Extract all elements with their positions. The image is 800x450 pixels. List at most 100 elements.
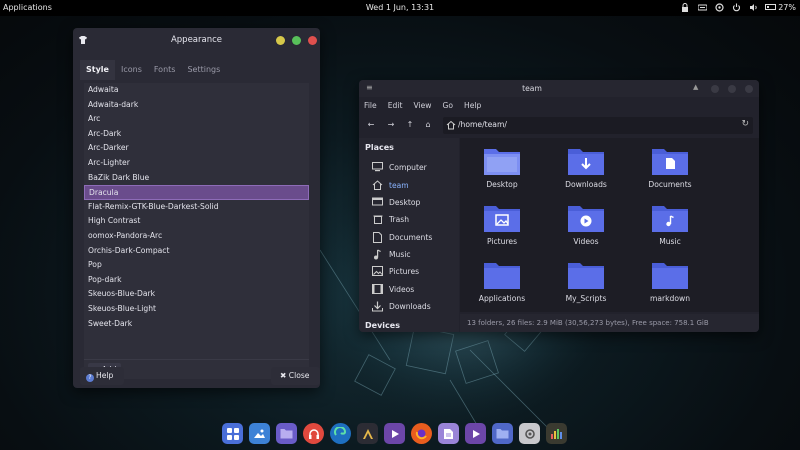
- devices-heading: Devices: [365, 321, 400, 330]
- folder-item[interactable]: Applications: [462, 260, 542, 303]
- theme-item[interactable]: High Contrast: [84, 214, 309, 229]
- reload-icon[interactable]: ↻: [741, 119, 749, 129]
- shade-up-icon[interactable]: ▲: [693, 83, 698, 91]
- up-arrow-icon[interactable]: ↑: [404, 120, 416, 129]
- folder-item[interactable]: Downloads: [546, 146, 626, 189]
- sidebar-item-pictures[interactable]: Pictures: [372, 263, 458, 279]
- theme-item[interactable]: Sweet-Dark: [84, 317, 309, 332]
- folder-label: Desktop: [486, 180, 518, 189]
- theme-item[interactable]: Arc-Lighter: [84, 156, 309, 171]
- sidebar-item-desktop[interactable]: Desktop: [372, 194, 458, 210]
- folder-item[interactable]: Desktop: [462, 146, 542, 189]
- paint-icon[interactable]: [546, 423, 567, 444]
- terminal-icon[interactable]: [357, 423, 378, 444]
- sidebar-item-trash[interactable]: Trash: [372, 211, 458, 227]
- home-icon[interactable]: ⌂: [422, 120, 434, 129]
- location-bar[interactable]: /home/team/ ↻: [443, 117, 753, 134]
- settings-icon[interactable]: [714, 2, 724, 12]
- theme-item[interactable]: Adwaita: [84, 83, 309, 98]
- folder-item[interactable]: markdown: [630, 260, 710, 303]
- power-icon[interactable]: [731, 2, 741, 12]
- theme-item[interactable]: Pop-dark: [84, 273, 309, 288]
- theme-item[interactable]: Skeuos-Blue-Light: [84, 302, 309, 317]
- maximize-button[interactable]: [728, 85, 736, 93]
- clock[interactable]: Wed 1 Jun, 13:31: [333, 3, 467, 12]
- files-icon[interactable]: [276, 423, 297, 444]
- folder-view[interactable]: Desktop Downloads Documents Pictures Vid…: [460, 138, 759, 312]
- theme-item[interactable]: BaZik Dark Blue: [84, 171, 309, 186]
- status-bar: 13 folders, 26 files: 2.9 MiB (30,56,273…: [460, 314, 759, 332]
- theme-item[interactable]: Pop: [84, 258, 309, 273]
- lock-icon[interactable]: [680, 2, 690, 12]
- theme-item[interactable]: Adwaita-dark: [84, 98, 309, 113]
- close-window-button[interactable]: [308, 36, 317, 45]
- tab-settings[interactable]: Settings: [181, 60, 226, 80]
- menu-go[interactable]: Go: [442, 98, 453, 113]
- minimize-button[interactable]: [711, 85, 719, 93]
- menu-edit[interactable]: Edit: [388, 98, 403, 113]
- sidebar-item-music[interactable]: Music: [372, 246, 458, 262]
- image-viewer-icon[interactable]: [249, 423, 270, 444]
- volume-icon[interactable]: [748, 2, 758, 12]
- folder-item[interactable]: My_Scripts: [546, 260, 626, 303]
- back-arrow-icon[interactable]: ←: [365, 120, 377, 129]
- tab-fonts[interactable]: Fonts: [148, 60, 182, 80]
- forward-arrow-icon[interactable]: →: [385, 120, 397, 129]
- sidebar-item-videos[interactable]: Videos: [372, 281, 458, 297]
- folder-item[interactable]: Music: [630, 203, 710, 246]
- sidebar-item-label: Music: [389, 249, 411, 259]
- file-manager-window: ≡ team ▲ File Edit View Go Help ← → ↑ ⌂ …: [359, 80, 759, 332]
- edge-browser-icon[interactable]: [330, 423, 351, 444]
- folder-label: Music: [659, 237, 681, 246]
- theme-item-selected[interactable]: Dracula: [84, 185, 309, 200]
- settings-icon[interactable]: [519, 423, 540, 444]
- network-icon[interactable]: [697, 2, 707, 12]
- maximize-button[interactable]: [292, 36, 301, 45]
- folder-item[interactable]: Videos: [546, 203, 626, 246]
- help-button[interactable]: ? Help: [80, 367, 124, 385]
- theme-item[interactable]: Arc: [84, 112, 309, 127]
- downloads-icon: [372, 301, 383, 312]
- sidebar-item-team[interactable]: team: [372, 177, 458, 193]
- appearance-titlebar[interactable]: Appearance: [73, 28, 320, 52]
- battery-indicator[interactable]: 27%: [765, 3, 796, 12]
- sidebar-item-downloads[interactable]: Downloads: [372, 298, 458, 314]
- close-button[interactable]: ✖ Close: [271, 367, 320, 385]
- headphones-icon[interactable]: [303, 423, 324, 444]
- sidebar-item-documents[interactable]: Documents: [372, 229, 458, 245]
- places-heading: Places: [365, 143, 394, 152]
- theme-item[interactable]: Arc-Dark: [84, 127, 309, 142]
- location-path: /home/team/: [458, 120, 507, 129]
- tab-icons[interactable]: Icons: [115, 60, 148, 80]
- tab-style[interactable]: Style: [80, 60, 115, 80]
- app-grid-icon[interactable]: [222, 423, 243, 444]
- theme-item[interactable]: Skeuos-Blue-Dark: [84, 287, 309, 302]
- help-icon: ?: [86, 374, 94, 382]
- computer-icon: [372, 162, 383, 173]
- folder-item[interactable]: Pictures: [462, 203, 542, 246]
- sidebar-item-computer[interactable]: Computer: [372, 159, 458, 175]
- folder-app-icon[interactable]: [492, 423, 513, 444]
- theme-item[interactable]: Flat-Remix-GTK-Blue-Darkest-Solid: [84, 200, 309, 215]
- menu-bar: File Edit View Go Help: [359, 98, 759, 113]
- menu-help[interactable]: Help: [464, 98, 481, 113]
- menu-view[interactable]: View: [413, 98, 431, 113]
- video-player-icon[interactable]: [465, 423, 486, 444]
- help-label: Help: [96, 371, 114, 380]
- file-manager-titlebar[interactable]: ≡ team ▲: [359, 80, 759, 97]
- text-editor-icon[interactable]: [438, 423, 459, 444]
- firefox-icon[interactable]: [411, 423, 432, 444]
- applications-menu[interactable]: Applications: [3, 3, 52, 12]
- folder-icon: [568, 263, 604, 289]
- menu-file[interactable]: File: [364, 98, 377, 113]
- media-player-icon[interactable]: [384, 423, 405, 444]
- close-window-button[interactable]: [745, 85, 753, 93]
- battery-icon: [765, 4, 777, 10]
- theme-item[interactable]: Arc-Darker: [84, 141, 309, 156]
- theme-item[interactable]: oomox-Pandora-Arc: [84, 229, 309, 244]
- folder-item[interactable]: Documents: [630, 146, 710, 189]
- theme-list[interactable]: Adwaita Adwaita-dark Arc Arc-Dark Arc-Da…: [84, 83, 309, 359]
- theme-item[interactable]: Orchis-Dark-Compact: [84, 244, 309, 259]
- minimize-button[interactable]: [276, 36, 285, 45]
- system-tray: 27%: [680, 2, 796, 12]
